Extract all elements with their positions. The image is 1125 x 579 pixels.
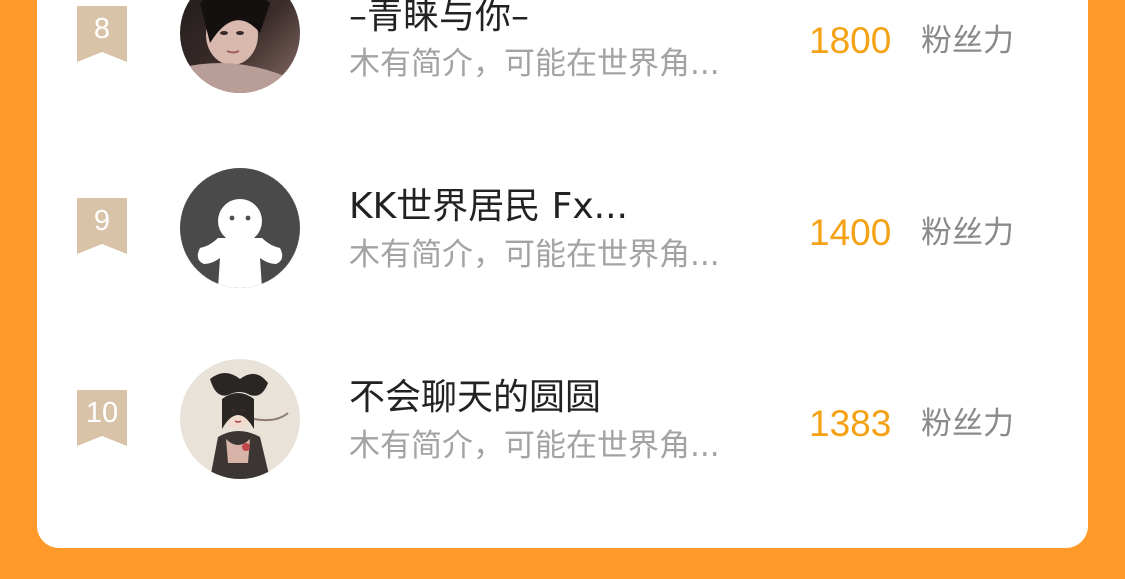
fans-count: 1400 xyxy=(809,212,892,253)
ranking-card: 8 –青睐与你– 木有简介，可能在世界角... 1800 粉丝力 9 KK世界居… xyxy=(37,0,1088,548)
user-bio: 木有简介，可能在世界角... xyxy=(349,237,720,273)
ranking-row[interactable]: 10 不会聊天的圆圆 木有简介，可能在世界角... 1383 粉丝力 xyxy=(37,356,1088,486)
ranking-row[interactable]: 8 –青睐与你– 木有简介，可能在世界角... 1800 粉丝力 xyxy=(37,0,1088,93)
rank-badge: 10 xyxy=(75,390,129,446)
user-name[interactable]: 不会聊天的圆圆 xyxy=(349,376,601,420)
fans-label: 粉丝力 xyxy=(921,23,1014,59)
fans-count: 1383 xyxy=(809,403,892,444)
rank-number: 9 xyxy=(93,205,111,237)
avatar-illustration-icon[interactable] xyxy=(180,359,300,479)
rank-number: 10 xyxy=(85,397,119,429)
fans-count: 1800 xyxy=(809,20,892,61)
rank-number: 8 xyxy=(93,13,111,45)
user-bio: 木有简介，可能在世界角... xyxy=(349,46,720,82)
user-bio: 木有简介，可能在世界角... xyxy=(349,428,720,464)
user-name[interactable]: –青睐与你– xyxy=(349,0,529,39)
user-name[interactable]: KK世界居民 Fx... xyxy=(349,185,628,229)
default-avatar-icon[interactable] xyxy=(180,168,300,288)
avatar-photo-icon[interactable] xyxy=(180,0,300,93)
fans-label: 粉丝力 xyxy=(921,406,1014,442)
rank-badge: 9 xyxy=(75,198,129,254)
rank-badge: 8 xyxy=(75,6,129,62)
fans-label: 粉丝力 xyxy=(921,215,1014,251)
ranking-row[interactable]: 9 KK世界居民 Fx... 木有简介，可能在世界角... 1400 粉丝力 xyxy=(37,165,1088,295)
